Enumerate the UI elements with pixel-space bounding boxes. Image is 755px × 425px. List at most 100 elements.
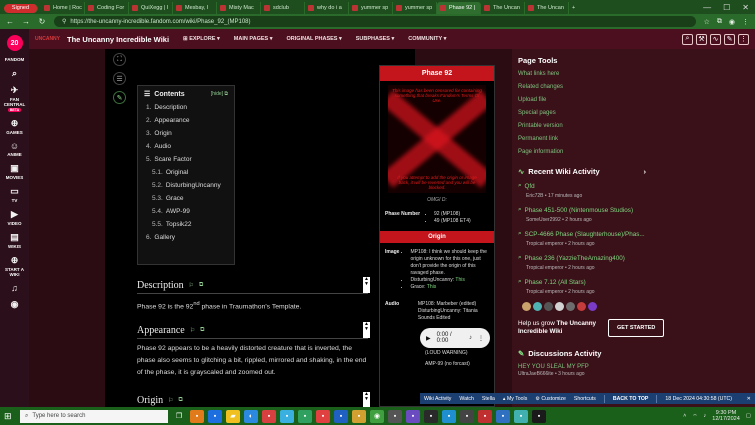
browser-tab[interactable]: why do i a [305,2,349,14]
activity-icon[interactable]: ∿ [710,33,721,45]
origin-link[interactable]: This [427,284,436,290]
toc-item[interactable]: 3. Origin [146,130,228,137]
toc-item[interactable]: 1. Description [146,104,228,111]
avatar[interactable] [522,302,531,311]
volume-icon[interactable]: ♪ [704,413,707,419]
app-icon[interactable]: ▪ [514,409,528,423]
toc-item[interactable]: 5.5. Topsik22 [152,221,228,228]
avatar[interactable] [588,302,597,311]
app-icon[interactable]: ▪ [262,409,276,423]
nav-explore[interactable]: ⊞ EXPLORE ▾ [183,36,220,42]
browser-tab[interactable]: Coding For [85,2,129,14]
star-icon[interactable]: ☆ [704,18,710,26]
avatar[interactable] [566,302,575,311]
close-icon[interactable]: ✕ [742,3,749,12]
nav-main-pages[interactable]: MAIN PAGES ▾ [234,36,273,42]
taskbar-search[interactable]: ⌕ Type here to search [20,409,168,423]
back-icon[interactable]: ← [6,17,14,26]
get-started-button[interactable]: GET STARTED [608,319,665,337]
toolbar-wiki-activity[interactable]: Wiki Activity [424,396,451,402]
more-icon[interactable]: ⋮ [738,33,749,45]
browser-tab[interactable]: Misty Mac [217,2,261,14]
app-icon[interactable]: ▪ [208,409,222,423]
link-icon[interactable]: ⧉ [200,327,204,334]
page-tool-link[interactable]: What links here [518,71,749,77]
browser-tab-active[interactable]: Phase 92 | [437,2,481,14]
toc-item[interactable]: 5. Scare Factor [146,156,228,163]
maximize-icon[interactable]: ☐ [723,3,730,12]
wiki-logo[interactable]: UNCANNY [35,36,67,42]
section-collapse-button[interactable]: ▲ ▼ [363,277,370,293]
edit-source-icon[interactable]: ⚐ [168,397,173,404]
section-collapse-button[interactable]: ▲ ▼ [363,392,370,407]
back-to-top-button[interactable]: BACK TO TOP [613,396,649,402]
windows-start-icon[interactable]: ⊞ [4,411,16,422]
discussion-item[interactable]: HEY YOU SLEAL MY PFP [518,364,749,370]
link-icon[interactable]: ⧉ [179,397,183,404]
app-icon[interactable]: ▪ [280,409,294,423]
browser-tab[interactable]: yummer sp [393,2,437,14]
toc-item[interactable]: 5.1. Original [152,169,228,176]
browser-tab[interactable]: The Uncan [525,2,569,14]
toc-item[interactable]: 5.2. DisturbingUncanny [152,182,228,189]
app-icon[interactable]: ▪ [424,409,438,423]
app-icon[interactable]: ▪ [352,409,366,423]
app-icon[interactable]: ▪ [388,409,402,423]
search-icon[interactable]: ⌕ [682,33,693,45]
edit-source-icon[interactable]: ⚐ [189,282,194,289]
browser-tab[interactable]: yummer sp [349,2,393,14]
page-tool-link[interactable]: Upload file [518,97,749,103]
toolbar-customize[interactable]: ⚙ Customize [535,396,566,402]
expand-icon[interactable]: ⛶ [113,53,126,66]
avatar[interactable] [555,302,564,311]
avatar[interactable] [544,302,553,311]
edit-source-icon[interactable]: ⚐ [190,327,195,334]
censored-image[interactable]: This image has been censored for contain… [388,85,486,193]
tools-icon[interactable]: ⚒ [696,33,707,45]
rail-anime[interactable]: ☺ ANIME [7,141,22,157]
page-tool-link[interactable]: Permanent link [518,136,749,142]
browser-tab[interactable]: QuiXegg | I [129,2,173,14]
rail-tv[interactable]: ▭ TV [10,186,19,203]
app-icon[interactable]: ▪ [478,409,492,423]
browser-tab[interactable]: Mesbay, I [173,2,217,14]
browser-tab[interactable]: Home | Roc [41,2,85,14]
menu-icon[interactable]: ⋮ [742,18,749,26]
rail-games[interactable]: ⊕ GAMES [6,118,23,135]
edit-icon[interactable]: ✎ [724,33,735,45]
edge-icon[interactable]: ◐ [244,409,258,423]
toc-item[interactable]: 5.4. AWP-99 [152,208,228,215]
rail-video[interactable]: ▶ VIDEO [7,209,21,226]
profile-button[interactable]: Signed [4,3,38,13]
toolbar-stella[interactable]: Stella [482,396,495,402]
toc-hide-button[interactable]: [hide] ⧉ [211,91,228,97]
avatar[interactable] [577,302,586,311]
nav-original-phases[interactable]: ORIGINAL PHASES ▾ [287,36,342,42]
wiki-title[interactable]: The Uncanny Incredible Wiki [67,35,169,44]
avatar[interactable] [533,302,542,311]
origin-link[interactable]: This [455,277,464,283]
volume-icon[interactable]: ♪ [469,335,472,341]
nav-community[interactable]: COMMUNITY ▾ [408,36,446,42]
reload-icon[interactable]: ↻ [38,17,46,26]
toolbar-watch[interactable]: Watch [459,396,474,402]
app-icon[interactable]: ▪ [316,409,330,423]
clock[interactable]: 9:30 PM 12/17/2024 [712,410,740,422]
rail-fan-central[interactable]: ✈ FAN CENTRAL BETA [0,85,29,112]
activity-item[interactable]: ⌕ Qfd [518,182,749,190]
edit-icon[interactable]: ✎ [113,91,126,104]
page-tool-link[interactable]: Page information [518,149,749,155]
toc-item[interactable]: 2. Appearance [146,117,228,124]
fandom-logo[interactable]: 20 [6,35,23,51]
rail-search[interactable]: ⌕ [12,68,17,79]
page-tool-link[interactable]: Special pages [518,110,749,116]
chevron-right-icon[interactable]: › [644,167,647,176]
page-tool-link[interactable]: Printable version [518,123,749,129]
link-icon[interactable]: ⧉ [199,282,203,289]
chrome-icon[interactable]: ◉ [370,409,384,423]
section-collapse-button[interactable]: ▲ ▼ [363,322,370,338]
play-icon[interactable]: ▶ [426,335,431,342]
extensions-icon[interactable]: ⧉ [717,18,722,26]
app-icon[interactable]: ▪ [496,409,510,423]
page-tool-link[interactable]: Related changes [518,84,749,90]
